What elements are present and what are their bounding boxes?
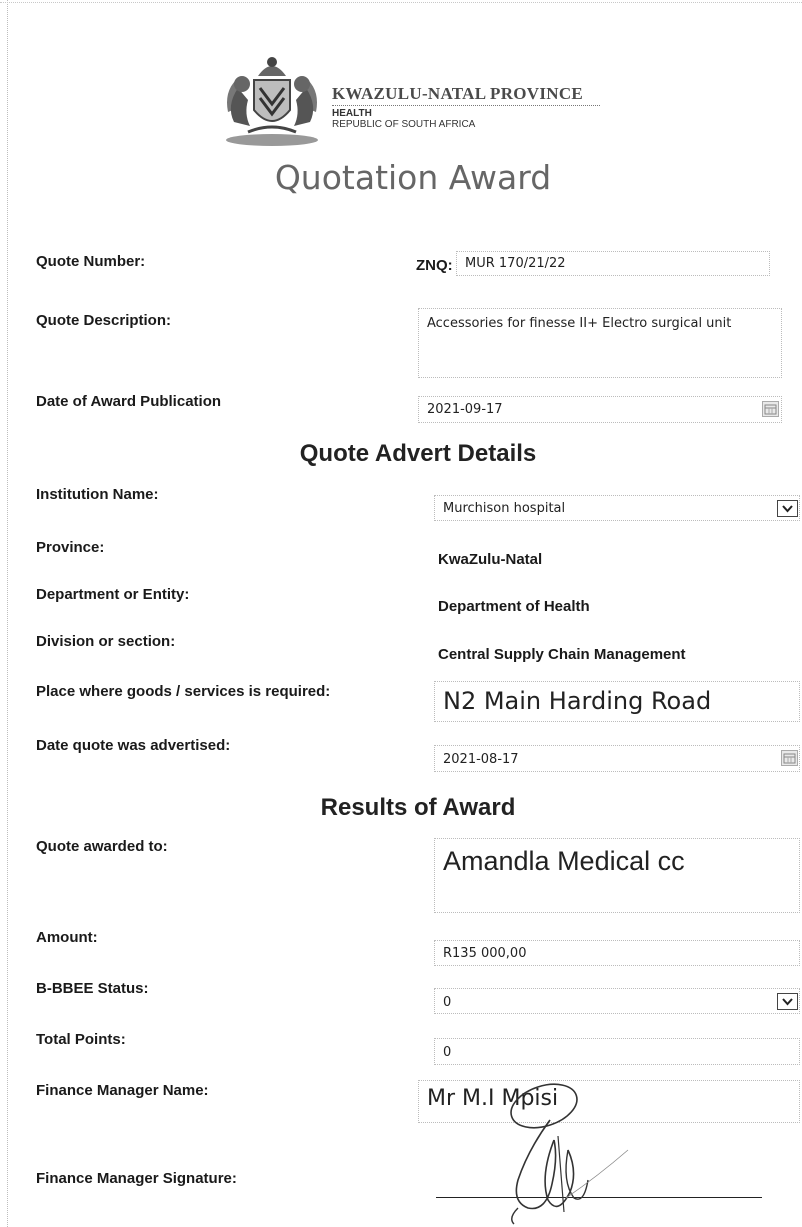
page-title: Quotation Award [274, 158, 552, 197]
division-label: Division or section: [36, 633, 176, 650]
org-name: KWAZULU-NATAL PROVINCE [332, 84, 584, 103]
quote-description-label: Quote Description: [36, 312, 172, 329]
page-top-edge [0, 2, 802, 3]
quote-number-field[interactable]: MUR 170/21/22 [456, 251, 770, 276]
org-country: REPUBLIC OF SOUTH AFRICA [332, 119, 476, 130]
advertised-date-label: Date quote was advertised: [36, 737, 231, 754]
total-points-field[interactable]: 0 [434, 1038, 800, 1065]
bbbee-label: B-BBEE Status: [36, 980, 149, 997]
chevron-down-icon[interactable] [777, 993, 798, 1010]
quote-number-label: Quote Number: [36, 253, 146, 270]
chevron-down-icon[interactable] [777, 500, 798, 517]
results-heading: Results of Award [320, 794, 516, 821]
place-label: Place where goods / services is required… [36, 683, 331, 700]
org-department: HEALTH [332, 108, 372, 119]
quote-number-prefix: ZNQ: [416, 257, 453, 274]
org-divider [332, 105, 600, 106]
advertised-date-field[interactable]: 2021-08-17 [434, 745, 800, 772]
coat-of-arms-logo [226, 57, 318, 146]
organization-block: KWAZULU-NATAL PROVINCE HEALTH REPUBLIC O… [332, 84, 632, 130]
province-label: Province: [36, 539, 105, 556]
awarded-to-label: Quote awarded to: [36, 838, 168, 855]
division-value: Central Supply Chain Management [438, 646, 686, 663]
department-label: Department or Entity: [36, 586, 190, 603]
calendar-icon[interactable] [762, 401, 779, 417]
province-value: KwaZulu-Natal [438, 551, 543, 568]
amount-label: Amount: [36, 929, 98, 946]
department-value: Department of Health [438, 598, 590, 615]
bbbee-select[interactable]: 0 [434, 988, 800, 1014]
total-points-label: Total Points: [36, 1031, 126, 1048]
institution-select[interactable]: Murchison hospital [434, 495, 800, 521]
amount-field[interactable]: R135 000,00 [434, 940, 800, 966]
publication-date-field[interactable]: 2021-09-17 [418, 396, 782, 423]
awarded-to-field[interactable]: Amandla Medical cc [434, 838, 800, 913]
quote-description-field[interactable]: Accessories for finesse II+ Electro surg… [418, 308, 782, 378]
publication-date-label: Date of Award Publication [36, 393, 222, 410]
place-field[interactable]: N2 Main Harding Road [434, 681, 800, 722]
signature-label: Finance Manager Signature: [36, 1170, 237, 1187]
handwritten-signature [510, 1083, 629, 1225]
advert-details-heading: Quote Advert Details [299, 440, 537, 467]
calendar-icon[interactable] [781, 750, 798, 766]
institution-label: Institution Name: [36, 486, 159, 503]
finance-manager-label: Finance Manager Name: [36, 1082, 209, 1099]
